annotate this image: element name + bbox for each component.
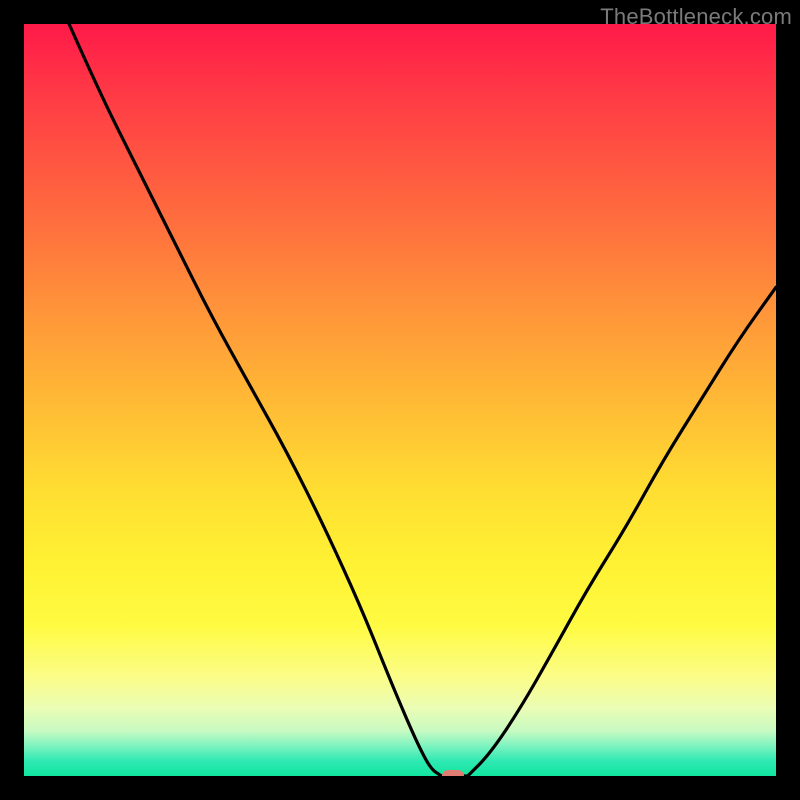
chart-frame: TheBottleneck.com xyxy=(0,0,800,800)
bottleneck-curve xyxy=(24,24,776,776)
plot-area xyxy=(24,24,776,776)
optimal-marker xyxy=(442,770,464,776)
watermark-text: TheBottleneck.com xyxy=(600,4,792,30)
